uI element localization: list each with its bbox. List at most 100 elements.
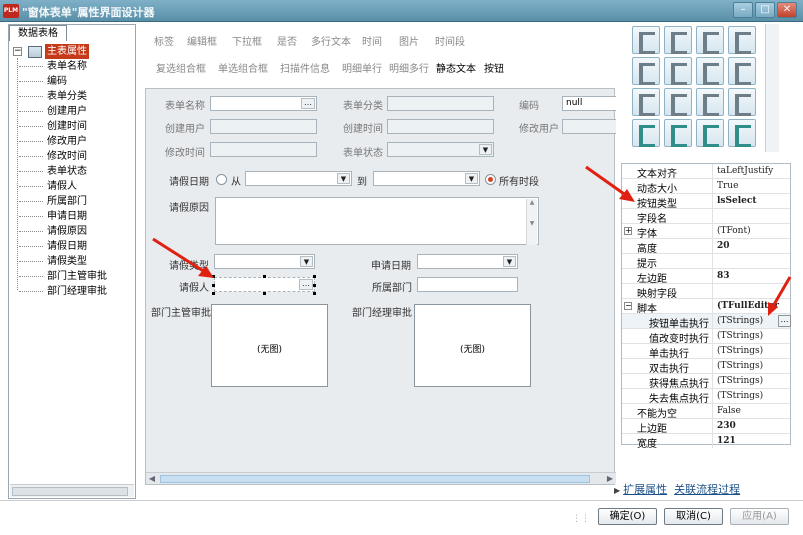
palette-checkbox[interactable]: 是否	[277, 33, 297, 48]
form-name-input[interactable]: …	[210, 96, 317, 111]
expand-icon[interactable]: +	[624, 227, 632, 235]
supervisor-signature[interactable]: (无图)	[211, 304, 328, 387]
scroll-thumb[interactable]	[12, 487, 128, 496]
palette-scrollbar[interactable]	[765, 24, 779, 152]
tree-item[interactable]: 请假类型	[19, 254, 87, 269]
form-category-input[interactable]	[387, 96, 494, 111]
property-value[interactable]: False	[712, 404, 790, 418]
created-time-input[interactable]	[387, 119, 494, 134]
selection-handle[interactable]	[263, 292, 266, 295]
palette-scan-info[interactable]: 扫描件信息	[280, 60, 330, 75]
selection-handle[interactable]	[263, 275, 266, 278]
selection-handle[interactable]	[212, 292, 215, 295]
property-value[interactable]: 230	[712, 419, 790, 433]
ok-button[interactable]: 确定(O)	[598, 508, 657, 525]
palette-memo[interactable]: 多行文本	[311, 33, 351, 48]
palette-multi-combo[interactable]: 复选组合框	[156, 60, 206, 75]
same-size-icon[interactable]	[696, 88, 724, 116]
scroll-left-icon[interactable]: ◀	[146, 473, 158, 484]
property-row[interactable]: 按钮类型 lsSelect	[622, 194, 790, 210]
tree-item[interactable]: 编码	[19, 74, 67, 89]
dropdown-arrow-icon[interactable]: ▼	[337, 173, 350, 184]
radio-from[interactable]	[216, 174, 227, 185]
tree-item[interactable]: 部门主管审批	[19, 269, 107, 284]
tree-item[interactable]: 修改时间	[19, 149, 87, 164]
space-vertical-icon[interactable]	[728, 57, 756, 85]
selection-handle[interactable]	[313, 284, 316, 287]
dropdown-arrow-icon[interactable]: ▼	[479, 144, 492, 155]
align-left-icon[interactable]	[632, 26, 660, 54]
code-input[interactable]: null	[562, 96, 616, 111]
tree-item[interactable]: 表单名称	[19, 59, 87, 74]
property-value[interactable]: (TStrings)	[712, 389, 790, 403]
tree-item[interactable]: 创建用户	[19, 104, 87, 119]
status-select[interactable]: ▼	[387, 142, 494, 157]
property-row[interactable]: 值改变时执行 (TStrings)	[622, 329, 790, 345]
property-value[interactable]	[712, 209, 790, 223]
align-right-icon[interactable]	[664, 26, 692, 54]
apply-date-select[interactable]: ▼	[417, 254, 518, 269]
palette-detail-multi[interactable]: 明细多行	[389, 60, 429, 75]
property-row[interactable]: 获得焦点执行 (TStrings)	[622, 374, 790, 390]
space-horizontal-icon[interactable]	[696, 57, 724, 85]
property-row[interactable]: 上边距 230	[622, 419, 790, 435]
maximize-icon[interactable]: □	[755, 2, 775, 18]
collapse-icon[interactable]: −	[13, 47, 22, 56]
align-top-icon[interactable]	[696, 26, 724, 54]
property-value[interactable]: 121	[712, 434, 790, 448]
resize-grip-icon[interactable]: ⋮⋮	[572, 514, 590, 524]
grid-row-icon[interactable]	[696, 119, 724, 147]
close-icon[interactable]: ✕	[777, 2, 797, 18]
property-value[interactable]: (TStrings)	[712, 329, 790, 343]
property-value[interactable]: (TStrings)	[712, 374, 790, 388]
palette-dropdown[interactable]: 下拉框	[232, 33, 262, 48]
applicant-input[interactable]: …	[214, 277, 315, 292]
creator-input[interactable]	[210, 119, 317, 134]
property-row[interactable]: 宽度 121	[622, 434, 790, 450]
modified-time-input[interactable]	[210, 142, 317, 157]
dropdown-arrow-icon[interactable]: ▼	[465, 173, 478, 184]
dropdown-arrow-icon[interactable]: ▼	[503, 256, 516, 267]
leave-type-select[interactable]: ▼	[214, 254, 315, 269]
date-from-select[interactable]: ▼	[245, 171, 352, 186]
property-value[interactable]	[712, 254, 790, 268]
tree-scrollbar[interactable]	[10, 484, 134, 497]
tree-item[interactable]: 表单状态	[19, 164, 87, 179]
property-row[interactable]: 提示	[622, 254, 790, 270]
department-input[interactable]	[417, 277, 518, 292]
palette-edit[interactable]: 编辑框	[187, 33, 217, 48]
center-vertical-icon[interactable]	[664, 57, 692, 85]
tree-item[interactable]: 修改用户	[19, 134, 87, 149]
property-value[interactable]: taLeftJustify	[712, 164, 790, 178]
apply-button[interactable]: 应用(A)	[730, 508, 789, 525]
tab-data-table[interactable]: 数据表格	[9, 25, 67, 41]
ellipsis-icon[interactable]: …	[299, 279, 313, 290]
tree-item[interactable]: 请假人	[19, 179, 77, 194]
tree-item[interactable]: 请假原因	[19, 224, 87, 239]
selection-handle[interactable]	[212, 284, 215, 287]
selection-handle[interactable]	[313, 292, 316, 295]
grid-layout-icon[interactable]	[632, 119, 660, 147]
property-row[interactable]: 双击执行 (TStrings)	[622, 359, 790, 375]
tree-item[interactable]: 创建时间	[19, 119, 87, 134]
property-value[interactable]: (TStrings)	[712, 344, 790, 358]
property-row[interactable]: 不能为空 False	[622, 404, 790, 420]
reason-memo[interactable]: ▲ ▼	[215, 197, 539, 245]
grid-cell-icon[interactable]	[728, 119, 756, 147]
center-horizontal-icon[interactable]	[632, 57, 660, 85]
distribute-icon[interactable]	[728, 88, 756, 116]
tree-item[interactable]: 所属部门	[19, 194, 87, 209]
property-row[interactable]: 单击执行 (TStrings)	[622, 344, 790, 360]
palette-detail-single[interactable]: 明细单行	[342, 60, 382, 75]
modifier-input[interactable]	[562, 119, 616, 134]
tree-item[interactable]: 表单分类	[19, 89, 87, 104]
property-row[interactable]: 文本对齐 taLeftJustify	[622, 164, 790, 180]
palette-time-range[interactable]: 时间段	[435, 33, 465, 48]
property-value[interactable]: (TStrings)	[712, 359, 790, 373]
manager-signature[interactable]: (无图)	[414, 304, 531, 387]
dropdown-arrow-icon[interactable]: ▼	[300, 256, 313, 267]
property-row[interactable]: + 字体 (TFont)	[622, 224, 790, 240]
workflow-link[interactable]: 关联流程过程	[674, 483, 740, 496]
property-value[interactable]: lsSelect	[712, 194, 790, 208]
property-row[interactable]: 失去焦点执行 (TStrings)	[622, 389, 790, 405]
